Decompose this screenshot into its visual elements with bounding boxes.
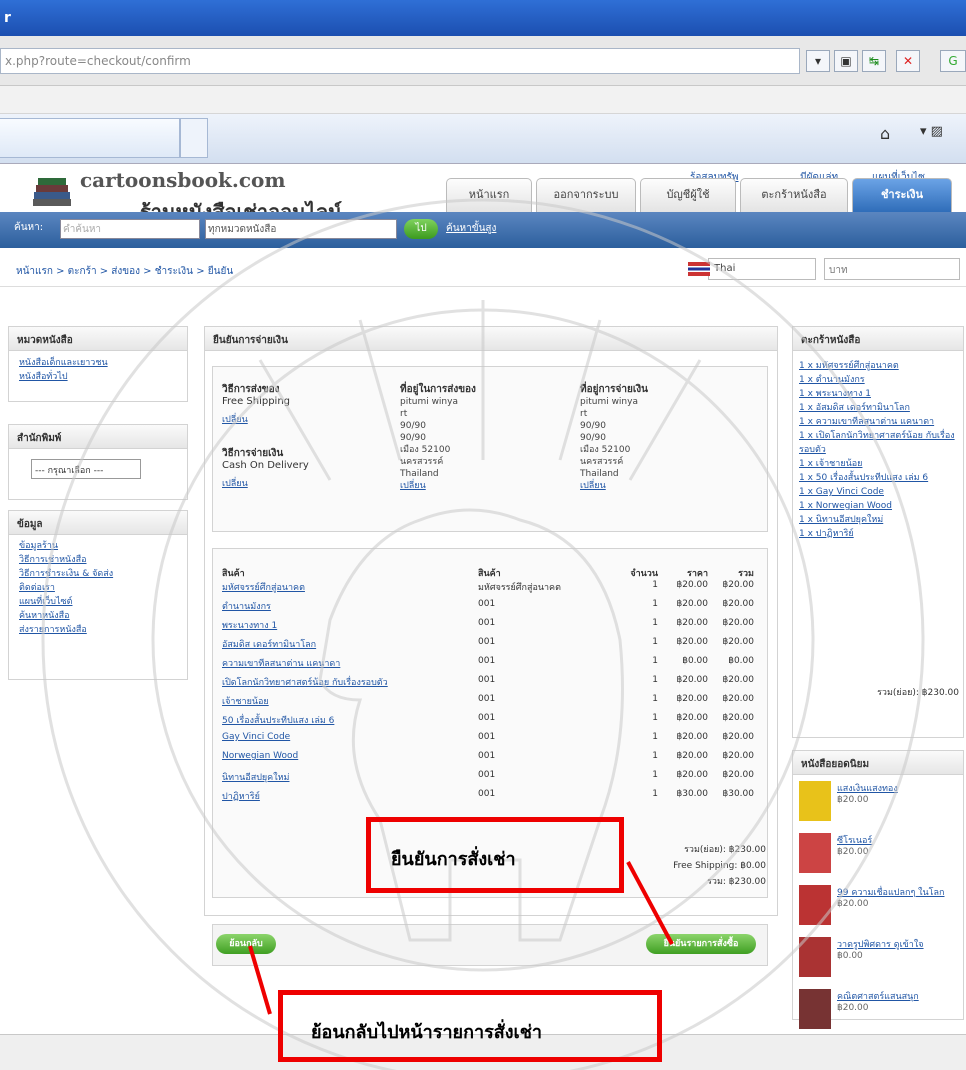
confirm-callout: ยืนยันการสั่งเช่า [366,817,624,893]
back-callout: ย้อนกลับไปหน้ารายการสั่งเช่า [278,990,662,1062]
callout-lines [248,861,674,1015]
